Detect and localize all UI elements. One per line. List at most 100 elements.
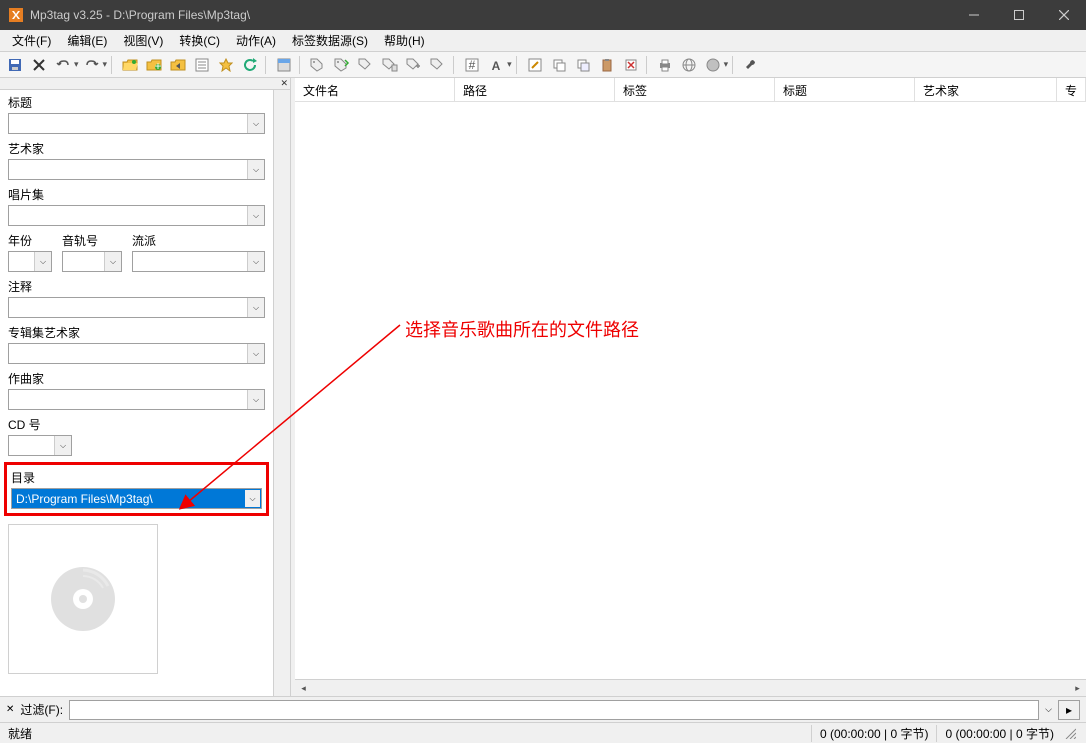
dropdown-icon[interactable]: ⌵ [247,390,264,409]
menu-actions[interactable]: 动作(A) [228,30,284,51]
col-filename[interactable]: 文件名 [295,78,455,101]
dropdown-icon[interactable]: ⌵ [247,344,264,363]
filter-bar: ✕ 过滤(F): ⌵ ▸ [0,696,1086,722]
dropdown-icon[interactable]: ⌵ [247,114,264,133]
paste-icon[interactable] [596,54,618,76]
dropdown-icon[interactable]: ⌵ [244,489,261,508]
autonumber-icon[interactable]: # [461,54,483,76]
playlist-icon[interactable] [191,54,213,76]
dropdown-icon[interactable]: ⌵ [104,252,121,271]
comment-field[interactable] [8,297,265,318]
title-label: 标题 [8,94,265,111]
status-bar: 就绪 0 (00:00:00 | 0 字节) 0 (00:00:00 | 0 字… [0,722,1086,743]
genre-field[interactable] [132,251,265,272]
scroll-right-icon[interactable]: ▸ [1069,680,1086,696]
folder-add-icon[interactable]: + [143,54,165,76]
col-album[interactable]: 专 [1057,78,1086,101]
cover-art-box[interactable] [8,524,158,674]
select-all-icon[interactable] [273,54,295,76]
resize-grip[interactable] [1062,725,1078,741]
menu-file[interactable]: 文件(F) [4,30,59,51]
dropdown-icon[interactable]: ⌵ [247,160,264,179]
status-ready: 就绪 [8,725,811,742]
artist-label: 艺术家 [8,140,265,157]
menu-tag-sources[interactable]: 标签数据源(S) [284,30,376,51]
web-dropdown-icon[interactable]: ▾ [724,59,729,70]
albumartist-field[interactable] [8,343,265,364]
file-list: 文件名 路径 标签 标题 艺术家 专 ◂ ▸ [295,78,1086,696]
albumartist-label: 专辑集艺术家 [8,324,265,341]
tag-panel-content: 标题 ⌵ 艺术家 ⌵ 唱片集 ⌵ 年份 ⌵ 音轨号 ⌵ [0,90,273,696]
copy-tag-icon[interactable] [572,54,594,76]
track-label: 音轨号 [62,232,122,249]
title-field[interactable] [8,113,265,134]
undo-dropdown-icon[interactable]: ▾ [74,59,79,70]
title-bar: Mp3tag v3.25 - D:\Program Files\Mp3tag\ [0,0,1086,30]
col-tag[interactable]: 标签 [615,78,775,101]
app-icon [8,7,24,23]
close-button[interactable] [1041,0,1086,30]
window-title: Mp3tag v3.25 - D:\Program Files\Mp3tag\ [30,8,951,22]
redo-dropdown-icon[interactable]: ▾ [103,59,108,70]
folder-back-icon[interactable] [167,54,189,76]
print-icon[interactable] [654,54,676,76]
undo-icon[interactable] [52,54,74,76]
tag-export-icon[interactable] [427,54,449,76]
filter-input[interactable] [69,700,1039,720]
menu-convert[interactable]: 转换(C) [171,30,228,51]
tools-icon[interactable] [740,54,762,76]
tag-from-file-icon[interactable] [307,54,329,76]
horizontal-scrollbar[interactable]: ◂ ▸ [295,679,1086,696]
dropdown-icon[interactable]: ⌵ [54,436,71,455]
sidebar-scrollbar[interactable] [273,90,290,696]
edit-tag-icon[interactable] [524,54,546,76]
artist-field[interactable] [8,159,265,180]
panel-close-icon[interactable]: ✕ [0,78,290,90]
file-from-tag-icon[interactable] [331,54,353,76]
maximize-button[interactable] [996,0,1041,30]
list-body[interactable] [295,102,1086,679]
save-icon[interactable] [4,54,26,76]
col-title[interactable]: 标题 [775,78,915,101]
tag-import-icon[interactable] [403,54,425,76]
dropdown-icon[interactable]: ⌵ [247,298,264,317]
remove-tag-icon[interactable] [620,54,642,76]
scroll-left-icon[interactable]: ◂ [295,680,312,696]
svg-text:A: A [492,59,501,72]
favorite-icon[interactable] [215,54,237,76]
col-artist[interactable]: 艺术家 [915,78,1057,101]
minimize-button[interactable] [951,0,996,30]
directory-label: 目录 [11,469,262,486]
album-field[interactable] [8,205,265,226]
menu-help[interactable]: 帮助(H) [376,30,433,51]
dropdown-icon[interactable]: ⌵ [247,206,264,225]
filter-label: 过滤(F): [20,701,63,718]
actions-dropdown-icon[interactable]: ▾ [507,59,512,70]
directory-field[interactable] [11,488,262,509]
redo-icon[interactable] [81,54,103,76]
list-header: 文件名 路径 标签 标题 艺术家 专 [295,78,1086,102]
filter-apply-button[interactable]: ▸ [1058,700,1080,720]
dropdown-icon[interactable]: ⌵ [34,252,51,271]
tag-panel: ✕ 标题 ⌵ 艺术家 ⌵ 唱片集 ⌵ 年份 ⌵ 音轨号 [0,78,291,696]
copy-icon[interactable] [548,54,570,76]
menu-view[interactable]: 视图(V) [115,30,171,51]
menu-bar: 文件(F) 编辑(E) 视图(V) 转换(C) 动作(A) 标签数据源(S) 帮… [0,30,1086,52]
web-icon[interactable] [678,54,700,76]
actions-icon[interactable]: A [485,54,507,76]
refresh-icon[interactable] [239,54,261,76]
menu-edit[interactable]: 编辑(E) [59,30,115,51]
tag-copy-icon[interactable] [379,54,401,76]
col-path[interactable]: 路径 [455,78,615,101]
filter-dropdown-icon[interactable]: ⌵ [1045,704,1052,715]
tag-to-tag-icon[interactable] [355,54,377,76]
dropdown-icon[interactable]: ⌵ [247,252,264,271]
folder-open-icon[interactable] [119,54,141,76]
filter-close-icon[interactable]: ✕ [6,704,14,715]
genre-label: 流派 [132,232,265,249]
web-search-icon[interactable] [702,54,724,76]
status-total: 0 (00:00:00 | 0 字节) [936,725,1062,742]
composer-field[interactable] [8,389,265,410]
delete-icon[interactable] [28,54,50,76]
discnum-label: CD 号 [8,416,265,433]
